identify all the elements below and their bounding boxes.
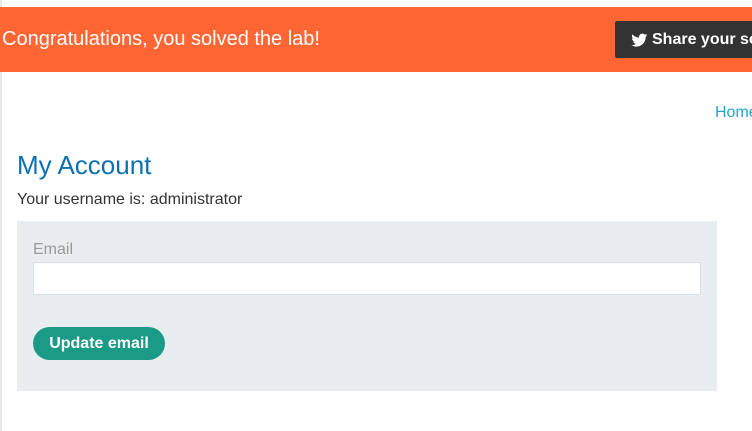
page-title: My Account bbox=[17, 150, 152, 180]
share-solution-button[interactable]: Share your solution! bbox=[615, 21, 752, 58]
email-input[interactable] bbox=[33, 262, 701, 295]
username-text: Your username is: administrator bbox=[17, 191, 243, 208]
home-link[interactable]: Home bbox=[715, 103, 752, 123]
page: Congratulations, you solved the lab! Sha… bbox=[0, 0, 752, 431]
change-email-form: Email Update email bbox=[17, 221, 717, 391]
update-email-button[interactable]: Update email bbox=[33, 327, 165, 360]
banner-message: Congratulations, you solved the lab! bbox=[2, 28, 320, 50]
twitter-bird-icon bbox=[631, 32, 648, 48]
email-label: Email bbox=[33, 241, 74, 258]
share-button-label: Share your solution! bbox=[652, 30, 752, 48]
lab-solved-banner: Congratulations, you solved the lab! Sha… bbox=[0, 7, 752, 72]
